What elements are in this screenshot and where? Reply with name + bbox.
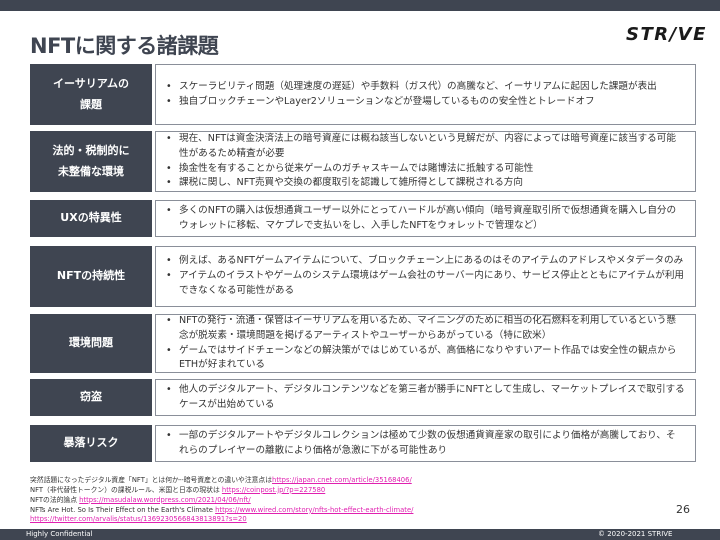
issue-content: 多くのNFTの購入は仮想通貨ユーザー以外にとってハードルが高い傾向（暗号資産取引… (155, 200, 696, 237)
footnote-text: NFTの法的論点 (30, 495, 80, 504)
footnotes: 突然話題になったデジタル資産「NFT」とは何か--暗号資産との違いや注意点はht… (30, 476, 590, 525)
issue-row-legal: 法的・税制的に 未整備な環境 現在、NFTは資金決済法上の暗号資産には概ね該当し… (30, 131, 696, 192)
confidential-label: Highly Confidential (26, 530, 93, 538)
issue-bullet: ゲームではサイドチェーンなどの解決策がではじめているが、高価格になりやすいアート… (166, 344, 685, 374)
issue-row-theft: 窃盗 他人のデジタルアート、デジタルコンテンツなどを第三者が勝手にNFTとして生… (30, 379, 696, 416)
issue-bullet: 課税に関し、NFT売買や交換の都度取引を認識して雑所得として課税される方向 (166, 176, 685, 191)
issue-row-crash-risk: 暴落リスク 一部のデジタルアートやデジタルコレクションは極めて少数の仮想通貨資産… (30, 425, 696, 462)
footnote: NFTs Are Hot. So Is Their Effect on the … (30, 506, 590, 516)
issue-label: 暴落リスク (30, 425, 152, 462)
issue-label: UXの特異性 (30, 200, 152, 237)
issue-label-line: 暴落リスク (63, 436, 119, 450)
issue-label-line: 課題 (79, 97, 102, 111)
issue-bullet: スケーラビリティ問題（処理速度の遅延）や手数料（ガス代）の高騰など、イーサリアム… (166, 80, 685, 95)
issue-bullet: 一部のデジタルアートやデジタルコレクションは極めて少数の仮想通貨資産家の取引によ… (166, 429, 685, 459)
footnote: NFT（非代替性トークン）の課税ルール、米国と日本の現状は https://co… (30, 486, 590, 496)
footnote-text: NFTs Are Hot. So Is Their Effect on the … (30, 505, 216, 514)
issue-label-line: 法的・税制的に (52, 143, 130, 157)
issue-label: 環境問題 (30, 314, 152, 373)
issue-row-environment: 環境問題 NFTの発行・流通・保管はイーサリアムを用いるため、マイニングのために… (30, 314, 696, 373)
issue-content: 例えば、あるNFTゲームアイテムについて、ブロックチェーン上にあるのはそのアイテ… (155, 246, 696, 307)
issue-label: NFTの持続性 (30, 246, 152, 307)
issue-label-line: 環境問題 (69, 336, 113, 350)
issue-label-line: イーサリアムの (52, 76, 129, 90)
issue-content: スケーラビリティ問題（処理速度の遅延）や手数料（ガス代）の高騰など、イーサリアム… (155, 64, 696, 125)
issue-bullet: NFTの発行・流通・保管はイーサリアムを用いるため、マイニングのために相当の化石… (166, 314, 685, 344)
issue-bullet: 換金性を有することから従来ゲームのガチャスキームでは賭博法に抵触する可能性 (166, 162, 685, 177)
issue-label: 法的・税制的に 未整備な環境 (30, 131, 152, 192)
issue-bullet: 現在、NFTは資金決済法上の暗号資産には概ね該当しないという見解だが、内容によっ… (166, 132, 685, 162)
issue-content: 他人のデジタルアート、デジタルコンテンツなどを第三者が勝手にNFTとして生成し、… (155, 379, 696, 416)
footnote-text: NFT（非代替性トークン）の課税ルール、米国と日本の現状は (30, 485, 222, 494)
footnote-link[interactable]: https://coinpost.jp/?p=227580 (222, 486, 325, 494)
top-band (0, 0, 720, 11)
issue-label-line: 未整備な環境 (58, 164, 124, 178)
issue-content: 現在、NFTは資金決済法上の暗号資産には概ね該当しないという見解だが、内容によっ… (155, 131, 696, 192)
issue-bullet: アイテムのイラストやゲームのシステム環境はゲーム会社のサーバー内にあり、サービス… (166, 269, 685, 299)
strive-logo: STR/VE (626, 24, 707, 45)
issue-row-ux: UXの特異性 多くのNFTの購入は仮想通貨ユーザー以外にとってハードルが高い傾向… (30, 200, 696, 237)
issue-content: NFTの発行・流通・保管はイーサリアムを用いるため、マイニングのために相当の化石… (155, 314, 696, 373)
issue-label: イーサリアムの 課題 (30, 64, 152, 125)
slide-title: NFTに関する諸課題 (30, 34, 219, 58)
footnote-link[interactable]: https://twitter.com/arvalis/status/13692… (30, 515, 247, 523)
copyright-label: © 2020-2021 STRIVE (598, 530, 673, 538)
issue-bullet: 独自ブロックチェーンやLayer2ソリューションなどが登場しているものの安全性と… (166, 95, 685, 110)
issue-label-line: UXの特異性 (60, 211, 122, 225)
footnote: NFTの法的論点 https://masudalaw.wordpress.com… (30, 496, 590, 506)
footnote: 突然話題になったデジタル資産「NFT」とは何か--暗号資産との違いや注意点はht… (30, 476, 590, 486)
footnote-link[interactable]: https://japan.cnet.com/article/35168406/ (272, 476, 412, 484)
issue-label-line: NFTの持続性 (56, 269, 126, 283)
footnote-text: 突然話題になったデジタル資産「NFT」とは何か--暗号資産との違いや注意点は (30, 476, 273, 484)
issue-row-sustainability: NFTの持続性 例えば、あるNFTゲームアイテムについて、ブロックチェーン上にあ… (30, 246, 696, 307)
footnote-link[interactable]: https://masudalaw.wordpress.com/2021/04/… (79, 496, 251, 504)
issue-label: 窃盗 (30, 379, 152, 416)
issue-bullet: 例えば、あるNFTゲームアイテムについて、ブロックチェーン上にあるのはそのアイテ… (166, 254, 685, 269)
issue-content: 一部のデジタルアートやデジタルコレクションは極めて少数の仮想通貨資産家の取引によ… (155, 425, 696, 462)
page-number: 26 (676, 503, 690, 516)
footnote: https://twitter.com/arvalis/status/13692… (30, 515, 590, 525)
footnote-link[interactable]: https://www.wired.com/story/nfts-hot-eff… (215, 506, 413, 514)
issue-label-line: 窃盗 (80, 390, 102, 404)
issue-bullet: 他人のデジタルアート、デジタルコンテンツなどを第三者が勝手にNFTとして生成し、… (166, 383, 685, 413)
issue-row-ethereum: イーサリアムの 課題 スケーラビリティ問題（処理速度の遅延）や手数料（ガス代）の… (30, 64, 696, 125)
issue-bullet: 多くのNFTの購入は仮想通貨ユーザー以外にとってハードルが高い傾向（暗号資産取引… (166, 204, 685, 234)
